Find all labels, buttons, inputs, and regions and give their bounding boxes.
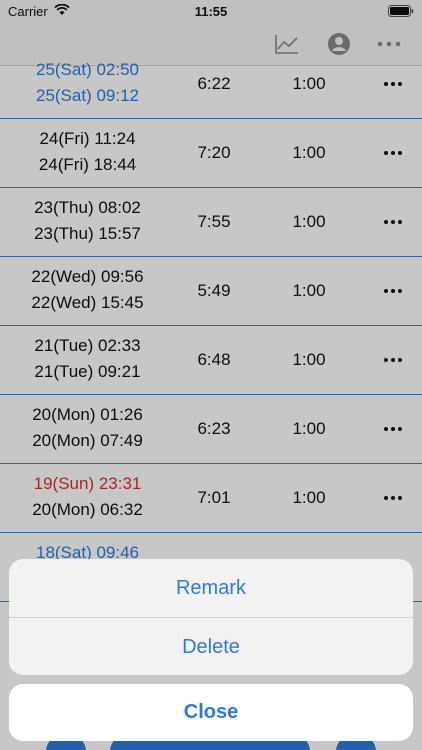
delete-button[interactable]: Delete	[9, 618, 413, 675]
action-sheet: Remark Delete	[9, 559, 413, 675]
screen: Carrier 11:55 25(Sat) 02:50 25(Sat) 09:1…	[0, 0, 422, 750]
close-button[interactable]: Close	[9, 684, 413, 741]
remark-button[interactable]: Remark	[9, 559, 413, 617]
